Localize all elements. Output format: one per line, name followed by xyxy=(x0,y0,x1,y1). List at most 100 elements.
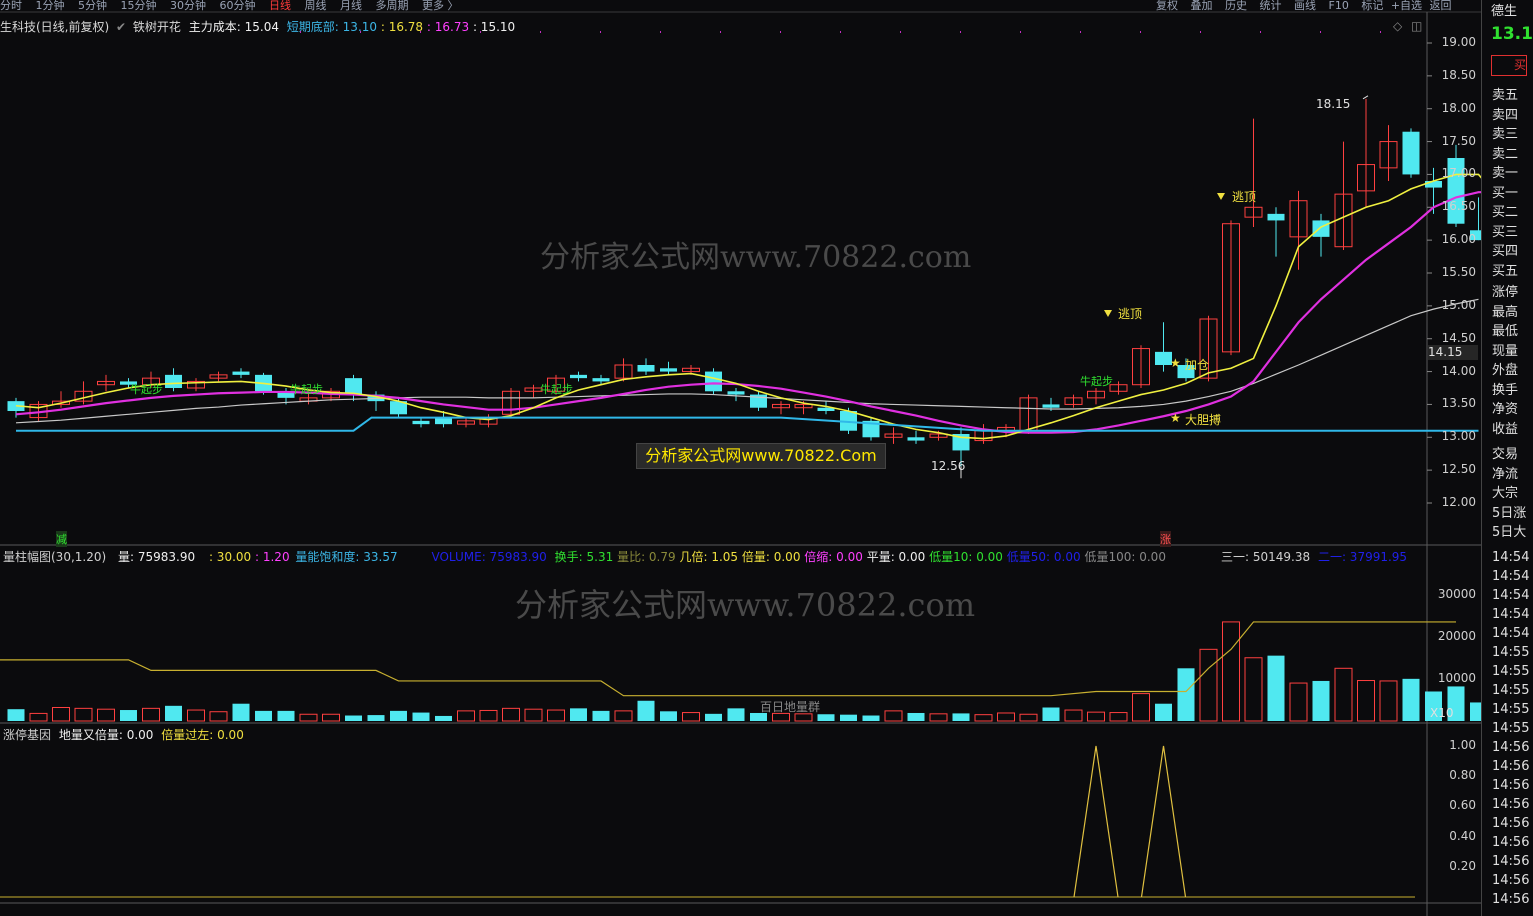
tick-time: 14:55 xyxy=(1492,664,1530,679)
volume-bar xyxy=(187,709,205,722)
volume-bar xyxy=(1267,655,1285,721)
sub-tick-label: 0.80 xyxy=(1449,768,1476,783)
candle-body xyxy=(1312,220,1330,237)
dot-marker xyxy=(480,31,481,33)
current-price-tag: 14.15 xyxy=(1428,345,1478,360)
tick-time: 14:56 xyxy=(1492,740,1530,755)
candle-body xyxy=(592,378,610,382)
vol-times: 几倍: 1.05 xyxy=(679,550,739,564)
quote-field-label: 卖三 xyxy=(1492,127,1519,142)
last-price: 13.1 xyxy=(1491,24,1533,44)
tick-time: 14:54 xyxy=(1492,588,1530,603)
candle-body xyxy=(727,391,745,395)
quote-field-label: 换手 xyxy=(1492,382,1519,398)
candle-body xyxy=(1425,181,1442,188)
candle-body xyxy=(637,365,655,372)
volume-bar xyxy=(97,708,115,722)
price-tick-label: 18.00 xyxy=(1441,100,1476,115)
volume-bar xyxy=(1155,703,1172,721)
vol-value: 量: 75983.90 xyxy=(118,550,196,564)
candle-body xyxy=(412,420,430,425)
volume-bar xyxy=(165,705,182,721)
volume-bar xyxy=(974,714,993,722)
volume-bar xyxy=(1222,621,1240,722)
candle-body xyxy=(1042,404,1060,408)
star-icon: ★ xyxy=(1170,411,1181,425)
volume-bar xyxy=(142,707,160,722)
quote-field-label: 卖四 xyxy=(1492,107,1519,123)
dot-marker xyxy=(1380,31,1381,33)
dot-marker xyxy=(1320,31,1321,33)
tick-time: 14:54 xyxy=(1492,626,1530,641)
buy-button[interactable]: 买 xyxy=(1491,55,1527,76)
escape-top-triangle xyxy=(1217,193,1225,200)
candle-body xyxy=(705,371,722,392)
dot-marker xyxy=(780,31,781,33)
cow-start-label: 牛起步 xyxy=(1080,375,1113,388)
dot-marker xyxy=(1260,31,1261,33)
star-icon: ★ xyxy=(1170,356,1181,370)
quote-field-label: 买四 xyxy=(1492,244,1519,259)
quote-field-label: 卖二 xyxy=(1492,146,1519,162)
volume-bar xyxy=(660,711,677,721)
volume-bar xyxy=(52,707,70,722)
quote-field-label: 净资 xyxy=(1492,402,1519,417)
sub-b: 倍量过左: 0.00 xyxy=(161,728,244,742)
price-tick-label: 16.00 xyxy=(1441,232,1476,247)
quote-field-label: 卖五 xyxy=(1492,88,1519,103)
sub-tick-label: 0.40 xyxy=(1449,828,1476,843)
volume-level-line xyxy=(0,621,1456,697)
price-tick-label: 15.00 xyxy=(1441,297,1476,312)
tick-time: 14:56 xyxy=(1492,835,1530,850)
rise-marker: 涨 xyxy=(1160,531,1171,547)
volume-bar xyxy=(74,707,93,722)
price-tick-label: 14.50 xyxy=(1441,330,1476,345)
dot-marker xyxy=(720,31,721,33)
volume-bar xyxy=(209,711,228,722)
volume-bar xyxy=(614,710,633,722)
price-tick-label: 12.00 xyxy=(1441,495,1476,509)
quote-field-label: 卖一 xyxy=(1492,166,1519,181)
add-position-label: 加仓 xyxy=(1185,358,1210,372)
sub-info-line: 涨停基因 地量又倍量: 0.00 倍量过左: 0.00 xyxy=(3,726,244,743)
price-tick-label: 17.50 xyxy=(1441,133,1476,148)
quote-field-label: 买五 xyxy=(1492,263,1519,279)
escape-top-triangle xyxy=(1104,310,1112,317)
stock-name: 德生 xyxy=(1491,4,1518,19)
sub-title: 涨停基因 xyxy=(3,728,52,742)
volume-bar xyxy=(479,709,498,722)
volume-bar xyxy=(1289,682,1308,722)
dot-marker xyxy=(540,31,541,33)
price-tick-label: 18.50 xyxy=(1441,67,1476,82)
quote-field-label: 买二 xyxy=(1492,205,1519,220)
candle-body xyxy=(1402,131,1420,175)
volume-bar xyxy=(29,712,48,722)
dot-marker xyxy=(300,31,301,33)
dot-marker xyxy=(420,31,421,33)
price-tick-label: 17.00 xyxy=(1441,166,1476,181)
escape-top-label: 逃顶 xyxy=(1232,190,1257,204)
price-tick-label: 19.00 xyxy=(1441,35,1476,49)
vol-beisuo: 倍缩: 0.00 xyxy=(804,550,863,564)
volume-bar xyxy=(997,712,1015,722)
quote-field-label: 买一 xyxy=(1492,185,1519,201)
volume-bar xyxy=(1357,680,1375,722)
candle-body xyxy=(345,378,362,395)
candle-body xyxy=(165,374,182,388)
volume-tick-label: 20000 xyxy=(1437,628,1476,643)
sub-tick-label: 1.00 xyxy=(1449,738,1476,752)
price-tick-label: 14.00 xyxy=(1441,363,1476,378)
volume-bar xyxy=(435,715,452,721)
volume-bar xyxy=(412,712,430,721)
dot-marker xyxy=(840,31,841,33)
volume-note: 百日地量群 xyxy=(760,700,821,714)
vol-bei: 倍量: 0.00 xyxy=(741,550,801,564)
tick-time: 14:56 xyxy=(1492,854,1530,869)
vol-info-right: 三一: 50149.38 二一: 37991.95 xyxy=(1221,548,1407,565)
vol-low100: 低量100: 0.00 xyxy=(1084,550,1166,564)
volume-bar xyxy=(840,714,857,721)
high-arrow xyxy=(1362,95,1369,100)
volume-bar xyxy=(277,710,295,721)
volume-tick-label: 10000 xyxy=(1437,670,1476,685)
quote-field-label: 最高 xyxy=(1492,304,1519,320)
